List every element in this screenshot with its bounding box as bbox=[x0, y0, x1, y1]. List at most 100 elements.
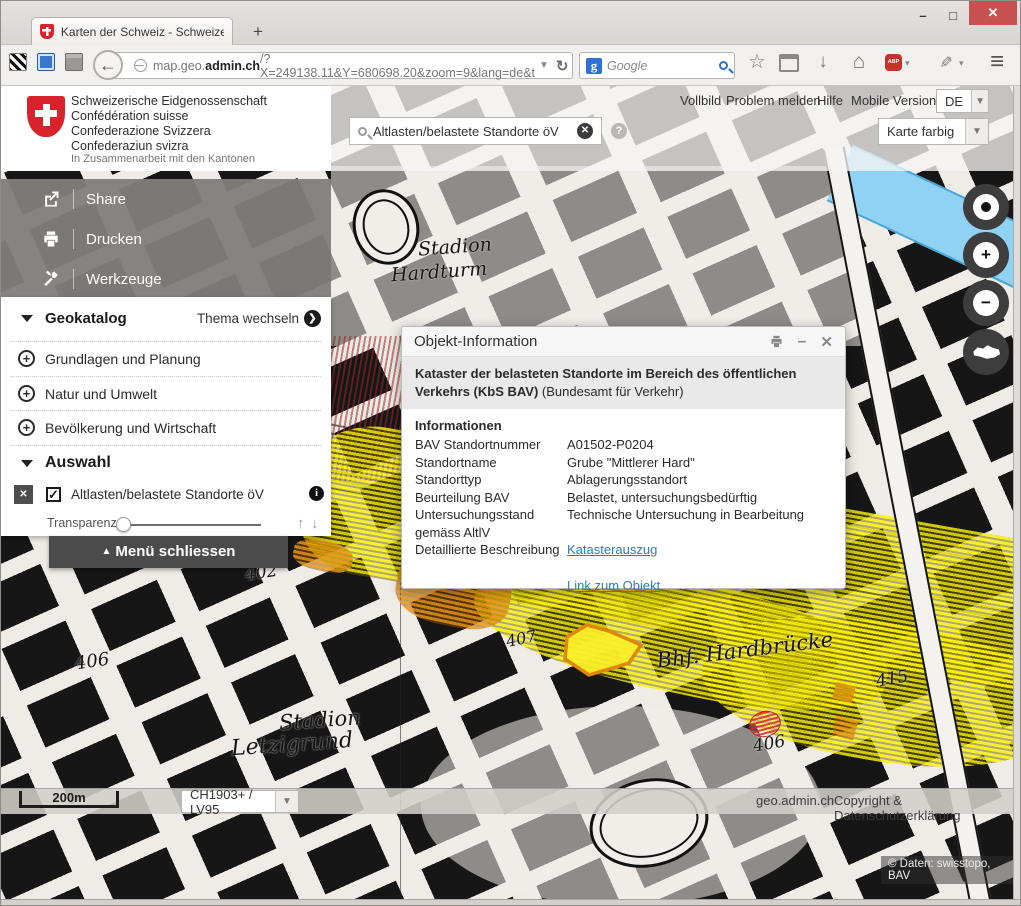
zoom-to-switzerland-button[interactable] bbox=[963, 329, 1009, 375]
window-close-button[interactable]: ✕ bbox=[969, 1, 1017, 25]
window-minimize-button[interactable]: – bbox=[909, 7, 937, 27]
sidebar-item-share[interactable]: Share bbox=[1, 179, 331, 219]
popup-close-icon[interactable]: ✕ bbox=[820, 333, 833, 351]
geocatalog-panel: Geokatalog Thema wechseln ❯ + Grundlagen… bbox=[1, 297, 331, 536]
plus-circle-icon[interactable]: + bbox=[18, 350, 35, 367]
url-path: /?X=249138.11&Y=680698.20&zoom=9&lang=de… bbox=[260, 52, 535, 80]
map-grid-line bbox=[400, 564, 401, 899]
new-tab-button[interactable]: + bbox=[245, 21, 271, 43]
reload-icon[interactable]: ↻ bbox=[553, 57, 576, 75]
extension-bag-icon[interactable] bbox=[65, 53, 83, 71]
plus-circle-icon[interactable]: + bbox=[18, 419, 35, 436]
print-icon[interactable] bbox=[769, 334, 784, 349]
adblock-dropdown-icon[interactable]: ▾ bbox=[905, 58, 910, 69]
geolocate-button[interactable] bbox=[963, 184, 1009, 230]
info-label: Untersuchungsstand gemäss AltlV bbox=[415, 506, 567, 541]
info-label: Standortname bbox=[415, 454, 567, 472]
info-row: BAV StandortnummerA01502-P0204 bbox=[415, 436, 832, 454]
browser-search-box[interactable]: g Google bbox=[579, 52, 735, 79]
window-maximize-button[interactable]: □ bbox=[939, 7, 967, 27]
footer-copyright-link[interactable]: Copyright & Datenschutzerklärung bbox=[834, 793, 1020, 823]
kataster-link[interactable]: Katasterauszug bbox=[567, 541, 832, 559]
tab-title: Karten der Schweiz - Schweize... bbox=[61, 25, 224, 39]
category-bevoelkerung[interactable]: + Bevölkerung und Wirtschaft bbox=[1, 412, 331, 443]
menu-hamburger-icon[interactable]: ≡ bbox=[983, 53, 1011, 70]
org-line: Confederaziun svizra bbox=[71, 139, 331, 153]
projection-value: CH1903+ / LV95 bbox=[182, 787, 275, 817]
home-icon[interactable]: ⌂ bbox=[847, 53, 871, 70]
sidebar-item-print[interactable]: Drucken bbox=[1, 219, 331, 259]
browser-window: Karten der Schweiz - Schweize... + – □ ✕… bbox=[0, 0, 1021, 906]
zoom-out-button[interactable]: − bbox=[963, 280, 1009, 326]
info-value: Ablagerungsstandort bbox=[567, 471, 832, 489]
popup-header[interactable]: Objekt-Information – ✕ bbox=[402, 327, 845, 357]
projection-select[interactable]: CH1903+ / LV95 ▼ bbox=[181, 790, 299, 813]
search-help-icon[interactable]: ? bbox=[611, 123, 627, 139]
scale-bar: 200m bbox=[19, 791, 119, 808]
layer-checkbox[interactable]: ✓ bbox=[46, 487, 61, 502]
arrow-right-circle-icon: ❯ bbox=[304, 310, 321, 327]
geolocate-icon bbox=[973, 194, 999, 220]
transparency-label: Transparenz bbox=[47, 516, 117, 530]
transparency-slider-thumb[interactable] bbox=[116, 517, 131, 532]
back-button[interactable]: ← bbox=[93, 50, 123, 80]
zoom-out-icon: − bbox=[973, 290, 999, 316]
plus-circle-icon[interactable]: + bbox=[18, 385, 35, 402]
map-search-input[interactable]: Altlasten/belastete Standorte öV ✕ bbox=[349, 117, 602, 145]
info-row: Beurteilung BAVBelastet, untersuchungsbe… bbox=[415, 489, 832, 507]
nav-link-hilfe[interactable]: Hilfe bbox=[817, 93, 843, 108]
zoom-in-button[interactable]: + bbox=[963, 232, 1009, 278]
info-value: Technische Untersuchung in Bearbeitung bbox=[567, 506, 832, 541]
sidebar-item-tools[interactable]: Werkzeuge bbox=[1, 259, 331, 299]
window-right-border bbox=[1013, 86, 1021, 899]
popup-title: Objekt-Information bbox=[414, 333, 537, 350]
close-menu-button[interactable]: ▲Menü schliessen bbox=[49, 536, 288, 568]
nav-link-vollbild[interactable]: Vollbild bbox=[680, 93, 721, 108]
browser-tab[interactable]: Karten der Schweiz - Schweize... bbox=[31, 17, 233, 45]
transparency-slider-track[interactable] bbox=[119, 524, 261, 526]
google-icon[interactable]: g bbox=[586, 58, 602, 74]
clear-search-icon[interactable]: ✕ bbox=[577, 123, 593, 139]
move-layer-down-icon[interactable]: ↓ bbox=[311, 515, 319, 532]
info-row: Untersuchungsstand gemäss AltlVTechnisch… bbox=[415, 506, 832, 541]
extension-tiles-icon[interactable] bbox=[9, 53, 27, 71]
layer-row: ✕ ✓ Altlasten/belastete Standorte öV i T… bbox=[1, 479, 331, 536]
url-dropdown-icon[interactable]: ▼ bbox=[535, 60, 553, 71]
info-row: Link zum Objekt bbox=[415, 577, 832, 595]
category-label: Natur und Umwelt bbox=[45, 386, 157, 402]
bookmarks-clipboard-icon[interactable] bbox=[779, 54, 799, 72]
language-select[interactable]: DE ▼ bbox=[936, 89, 989, 113]
selection-header[interactable]: Auswahl bbox=[1, 447, 331, 479]
chevron-down-icon: ▼ bbox=[965, 119, 988, 144]
url-bar[interactable]: map.geo.admin.ch/?X=249138.11&Y=680698.2… bbox=[109, 52, 573, 79]
downloads-icon[interactable]: ↓ bbox=[811, 53, 835, 71]
object-link[interactable]: Link zum Objekt bbox=[567, 577, 832, 595]
geocatalog-header[interactable]: Geokatalog Thema wechseln ❯ bbox=[1, 299, 331, 337]
change-theme-link[interactable]: Thema wechseln ❯ bbox=[197, 310, 321, 327]
move-layer-up-icon[interactable]: ↑ bbox=[297, 515, 305, 532]
nav-link-problem-melden[interactable]: Problem melden bbox=[726, 93, 821, 108]
selected-site-polygon[interactable] bbox=[557, 617, 649, 683]
category-natur[interactable]: + Natur und Umwelt bbox=[1, 378, 331, 409]
layer-info-icon[interactable]: i bbox=[309, 486, 324, 501]
footer-site-link[interactable]: geo.admin.ch bbox=[756, 793, 834, 808]
bookmark-star-icon[interactable]: ☆ bbox=[745, 53, 769, 71]
info-value: Grube "Mittlerer Hard" bbox=[567, 454, 832, 472]
map-style-value: Karte farbig bbox=[879, 124, 965, 139]
globe-icon bbox=[134, 59, 147, 72]
adblock-icon[interactable]: ABP bbox=[885, 54, 902, 71]
popup-minimize-icon[interactable]: – bbox=[798, 337, 807, 347]
toolbar-dropdown-icon[interactable]: ▾ bbox=[959, 58, 964, 69]
pencil-extension-icon[interactable]: ✎ bbox=[935, 51, 953, 73]
selection-label: Auswahl bbox=[45, 454, 111, 472]
info-label: Beurteilung BAV bbox=[415, 489, 567, 507]
extension-window-icon[interactable] bbox=[37, 53, 55, 71]
category-grundlagen[interactable]: + Grundlagen und Planung bbox=[1, 343, 331, 374]
category-label: Bevölkerung und Wirtschaft bbox=[45, 420, 216, 436]
close-menu-label: Menü schliessen bbox=[115, 543, 235, 560]
header-tagline: In Zusammenarbeit mit den Kantonen bbox=[71, 153, 255, 165]
search-submit-icon[interactable] bbox=[719, 61, 728, 70]
nav-link-mobile-version[interactable]: Mobile Version bbox=[851, 93, 936, 108]
map-style-select[interactable]: Karte farbig ▼ bbox=[878, 118, 989, 145]
remove-layer-button[interactable]: ✕ bbox=[14, 485, 33, 504]
